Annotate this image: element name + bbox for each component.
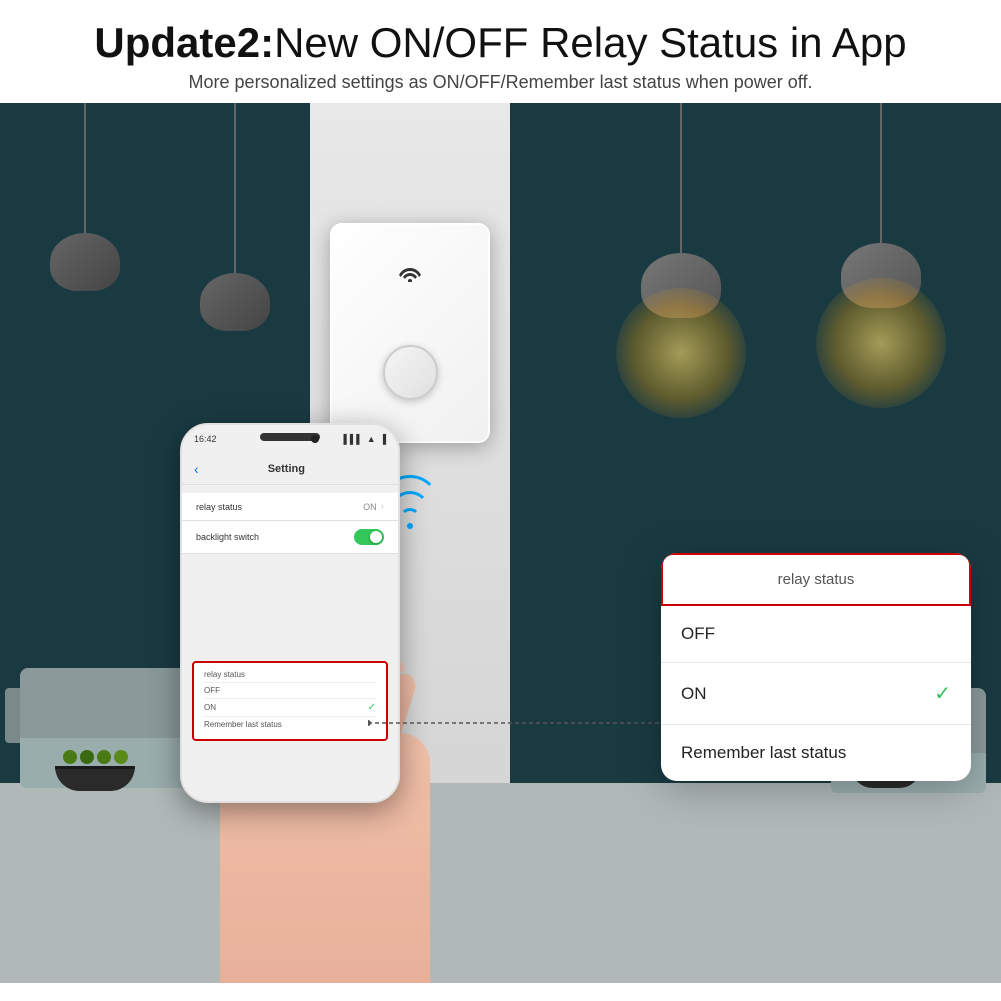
phone-settings-area: relay status ON › backlight switch	[182, 485, 398, 562]
phone-relay-title: relay status	[204, 670, 245, 679]
popup-option-off[interactable]: OFF	[661, 606, 971, 663]
room-scene: 16:42 ▌▌▌ ▲ ▐ ‹ Setting	[0, 103, 1001, 983]
phone-battery-icon: ▐	[380, 434, 386, 444]
lamp-right-2	[841, 103, 921, 308]
phone-back-button[interactable]: ‹	[194, 461, 199, 477]
lamp-left-2	[200, 103, 270, 331]
header-title: Update2:New ON/OFF Relay Status in App	[20, 18, 981, 68]
popup-remember-label: Remember last status	[681, 743, 846, 763]
popup-on-label: ON	[681, 684, 707, 704]
smartphone[interactable]: 16:42 ▌▌▌ ▲ ▐ ‹ Setting	[180, 423, 400, 803]
phone-relay-title-row: relay status	[204, 667, 376, 683]
phone-wifi-icon: ▲	[367, 434, 376, 444]
phone-relay-on: ON	[204, 703, 216, 712]
phone-nav-title: Setting	[207, 463, 366, 475]
popup-off-label: OFF	[681, 624, 715, 644]
phone-relay-off: OFF	[204, 686, 220, 695]
popup-option-on[interactable]: ON ✓	[661, 663, 971, 725]
backlight-label: backlight switch	[196, 532, 259, 542]
phone-relay-on-row[interactable]: ON ✓	[204, 699, 376, 717]
phone-relay-off-row[interactable]: OFF	[204, 683, 376, 699]
popup-option-remember[interactable]: Remember last status	[661, 725, 971, 781]
page-wrapper: Update2:New ON/OFF Relay Status in App M…	[0, 0, 1001, 1001]
header-title-bold: Update2:	[94, 19, 274, 66]
phone-nav-bar: ‹ Setting	[182, 453, 398, 485]
connector-line	[368, 703, 698, 748]
backlight-setting-row[interactable]: backlight switch	[182, 521, 398, 554]
lamp-left-1	[50, 103, 120, 291]
relay-status-label: relay status	[196, 502, 242, 512]
phone-container: 16:42 ▌▌▌ ▲ ▐ ‹ Setting	[150, 403, 490, 983]
phone-signal: ▌▌▌	[344, 434, 363, 444]
phone-relay-remember-row[interactable]: Remember last status	[204, 717, 376, 732]
popup-on-check-icon: ✓	[934, 681, 951, 706]
relay-status-popup: relay status OFF ON ✓ Remember last stat…	[661, 553, 971, 781]
lamp-right-1	[641, 103, 721, 318]
relay-status-value: ON ›	[363, 501, 384, 512]
phone-time: 16:42	[194, 434, 217, 444]
header-title-rest: New ON/OFF Relay Status in App	[274, 19, 907, 66]
header-section: Update2:New ON/OFF Relay Status in App M…	[0, 0, 1001, 103]
popup-header: relay status	[661, 553, 971, 606]
toggle-knob	[370, 531, 382, 543]
backlight-toggle[interactable]	[354, 529, 384, 545]
header-subtitle: More personalized settings as ON/OFF/Rem…	[20, 72, 981, 93]
phone-relay-remember: Remember last status	[204, 720, 282, 729]
phone-screen: 16:42 ▌▌▌ ▲ ▐ ‹ Setting	[182, 425, 398, 801]
phone-camera	[311, 435, 319, 443]
switch-button[interactable]	[383, 345, 438, 400]
relay-status-setting-row[interactable]: relay status ON ›	[182, 493, 398, 521]
relay-chevron-icon: ›	[381, 501, 384, 512]
switch-wifi-icon	[399, 262, 421, 288]
fruit-bowl-left	[55, 750, 135, 791]
phone-relay-box: relay status OFF ON ✓ Remember last stat…	[192, 661, 388, 741]
